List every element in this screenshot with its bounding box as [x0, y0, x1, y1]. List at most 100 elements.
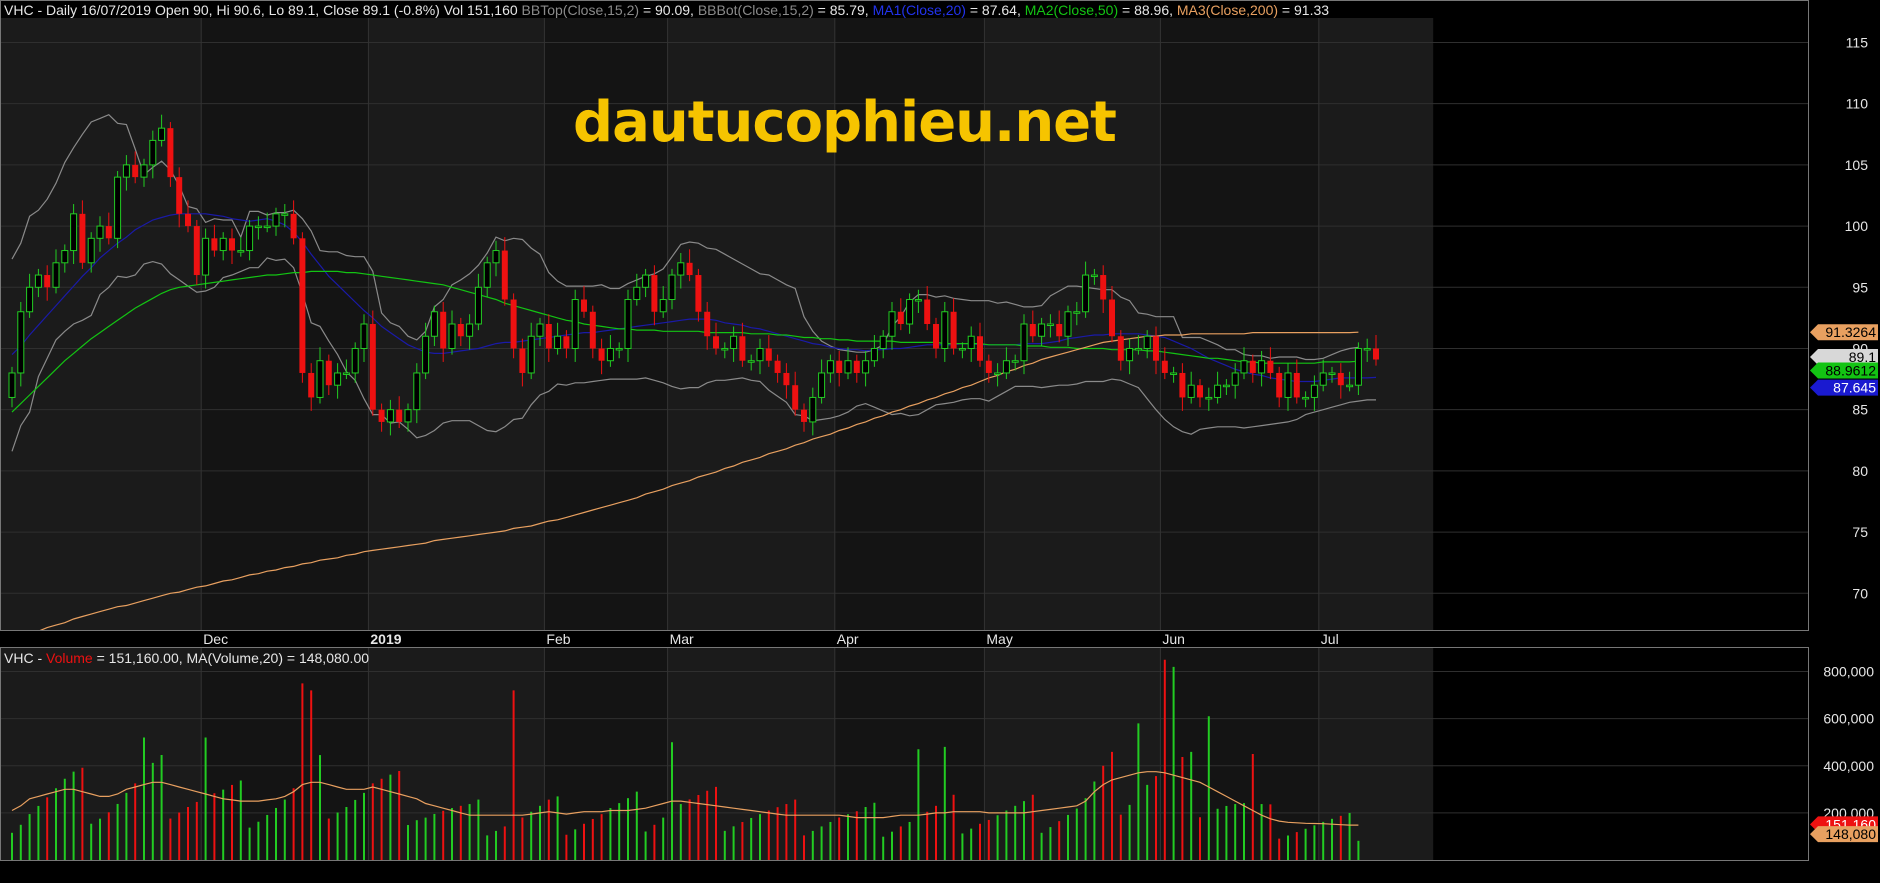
x-axis-strip — [0, 630, 1808, 648]
candle-up — [386, 409, 394, 423]
candle-up — [114, 176, 122, 239]
value-tag-label: 87.645 — [1833, 380, 1876, 396]
x-tick-label: Apr — [837, 631, 859, 647]
candle-down — [765, 348, 772, 361]
price-legend: VHC - Daily 16/07/2019 Open 90, Hi 90.6,… — [4, 2, 1329, 18]
volume-legend: VHC - Volume = 151,160.00, MA(Volume,20)… — [4, 650, 369, 666]
value-tag-label: 88.9612 — [1825, 363, 1876, 379]
candle-up — [1310, 384, 1318, 398]
candle-up — [246, 225, 254, 252]
candle-up — [1126, 347, 1134, 362]
candle-down — [545, 324, 552, 349]
candle-up — [994, 372, 1002, 375]
candle-up — [26, 286, 34, 313]
candle-up — [730, 335, 738, 349]
candle-down — [1197, 385, 1203, 398]
candle-down — [457, 324, 464, 337]
candle-up — [272, 213, 280, 227]
candle-up — [8, 372, 16, 398]
candle-up — [1046, 323, 1054, 326]
price-tick-label: 80 — [1852, 463, 1868, 479]
candle-up — [844, 360, 852, 374]
value-tag: 88.9612 — [1810, 362, 1878, 379]
candle-down — [369, 324, 376, 410]
candle-down — [378, 409, 385, 422]
price-tick-label: 115 — [1846, 34, 1869, 50]
candle-down — [519, 348, 526, 373]
vol-legend-value: = 151,160.00, — [92, 650, 187, 666]
candle-down — [501, 250, 508, 300]
candle-up — [624, 299, 632, 349]
candle-down — [713, 336, 719, 349]
candle-up — [1328, 372, 1336, 375]
candle-down — [1109, 299, 1115, 337]
candle-up — [818, 372, 826, 398]
candle-down — [1100, 275, 1107, 300]
volume-tick-label: 800,000 — [1823, 664, 1874, 680]
legend-ma3-label: MA3(Close,200) — [1176, 2, 1279, 18]
candle-down — [1029, 324, 1036, 337]
candle-up — [1258, 360, 1266, 374]
candle-up — [906, 299, 914, 325]
candle-up — [1073, 311, 1081, 314]
x-tick-label: Dec — [203, 631, 228, 647]
candle-down — [1267, 360, 1274, 373]
y-axis-panel — [1809, 0, 1880, 878]
candle-down — [167, 128, 174, 178]
vol-legend-ticker: VHC - — [4, 650, 46, 666]
candle-down — [325, 360, 332, 386]
candle-up — [1205, 396, 1213, 400]
candle-up — [721, 347, 729, 351]
candle-down — [176, 177, 183, 214]
candle-down — [739, 336, 746, 361]
candle-up — [1319, 372, 1327, 386]
candle-up — [34, 274, 42, 288]
candle-up — [571, 299, 579, 349]
candle-up — [281, 213, 289, 216]
candle-up — [914, 299, 922, 302]
candle-down — [985, 360, 992, 373]
legend-ma2-label: MA2(Close,50) — [1024, 2, 1119, 18]
candle-up — [1082, 274, 1090, 313]
candle-up — [334, 372, 342, 386]
x-tick-label: Jul — [1321, 631, 1339, 647]
candle-down — [299, 238, 306, 373]
month-band — [368, 648, 545, 860]
candle-up — [527, 335, 535, 374]
candle-down — [933, 324, 939, 349]
candle-up — [1038, 323, 1046, 337]
candle-up — [1354, 347, 1362, 386]
candle-down — [836, 360, 843, 373]
candle-down — [977, 336, 983, 361]
candle-up — [1302, 396, 1310, 400]
candle-up — [466, 323, 474, 337]
month-band — [1160, 18, 1319, 630]
candle-down — [801, 409, 807, 422]
candle-up — [70, 213, 78, 252]
candle-down — [853, 360, 860, 373]
candle-up — [888, 311, 896, 337]
candle-up — [351, 347, 359, 374]
month-band — [201, 18, 369, 630]
candle-up — [615, 347, 623, 351]
legend-ma1-value: = 87.64, — [965, 2, 1025, 18]
candle-down — [308, 372, 315, 398]
chart-window: 70 75 80 85 90 95 100 105 110 115 200,000 400,000 60… — [0, 0, 1880, 878]
candle-up — [1011, 360, 1019, 363]
legend-ticker: VHC — [4, 2, 34, 18]
candle-up — [1090, 274, 1098, 278]
candle-up — [342, 372, 350, 375]
price-tick-label: 95 — [1852, 279, 1868, 295]
candle-up — [492, 250, 500, 264]
value-tag-label: 148,080 — [1825, 826, 1876, 842]
candle-down — [792, 385, 799, 410]
candle-up — [642, 274, 650, 288]
candle-up — [483, 262, 491, 288]
candle-down — [651, 275, 658, 312]
candle-up — [756, 347, 764, 362]
candle-down — [581, 299, 587, 312]
candle-up — [448, 323, 456, 349]
candle-up — [219, 237, 227, 252]
candle-down — [1179, 372, 1186, 398]
candle-down — [1161, 360, 1168, 373]
